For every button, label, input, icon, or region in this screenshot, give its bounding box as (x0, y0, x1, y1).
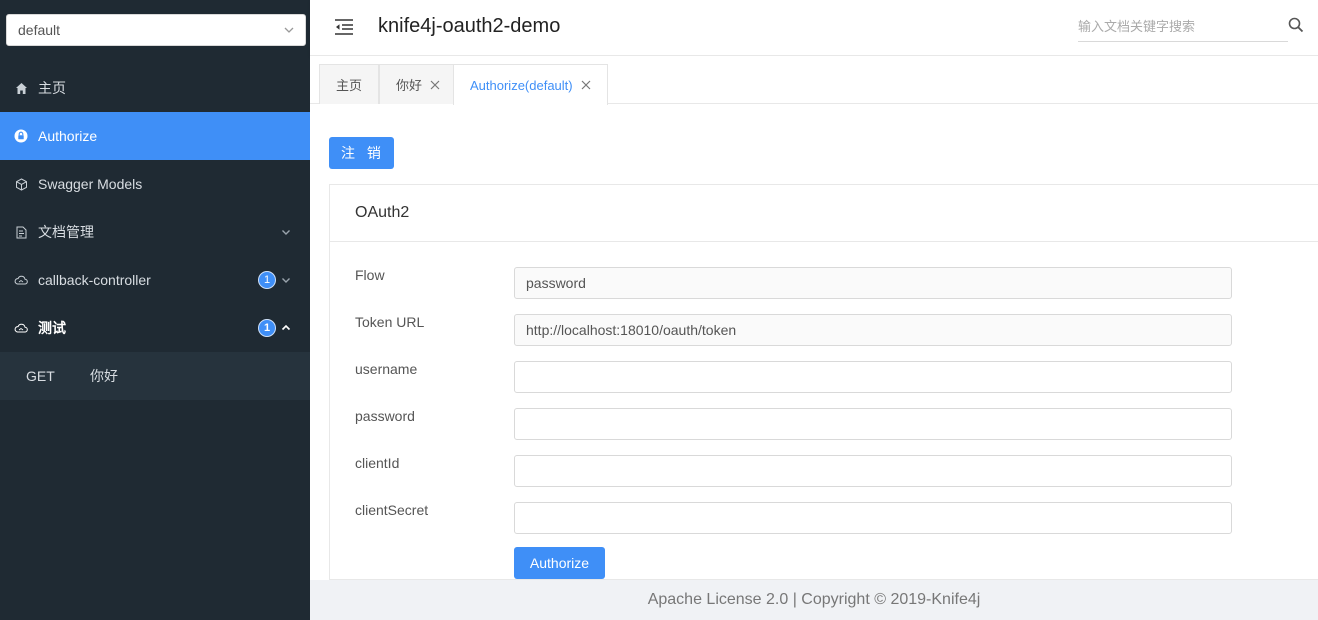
cloud-icon (14, 321, 28, 335)
sidebar-item-label: 文档管理 (38, 224, 94, 240)
menu-fold-icon[interactable] (334, 18, 354, 36)
form-row-client-id: clientId (355, 455, 1235, 487)
client-secret-field[interactable] (514, 502, 1232, 534)
count-badge: 1 (258, 319, 276, 337)
logout-button[interactable]: 注 销 (329, 137, 394, 169)
client-id-field[interactable] (514, 455, 1232, 487)
sidebar: default 主页 Authorize Swagger Models 文档管理… (0, 0, 310, 620)
sidebar-subitem-hello[interactable]: GET 你好 (0, 352, 310, 400)
cloud-icon (14, 273, 28, 287)
field-label: Flow (355, 267, 385, 283)
chevron-down-icon (284, 27, 294, 33)
chevron-down-icon (282, 230, 290, 235)
app-title: knife4j-oauth2-demo (378, 15, 561, 37)
card-title: OAuth2 (330, 185, 1318, 242)
username-field[interactable] (514, 361, 1232, 393)
token-url-field[interactable] (514, 314, 1232, 346)
tab-label: 你好 (396, 78, 423, 93)
tab-label: Authorize(default) (470, 77, 573, 93)
sidebar-item-test[interactable]: 测试 1 (0, 304, 310, 352)
sidebar-item-home[interactable]: 主页 (0, 64, 310, 112)
sidebar-item-label: Authorize (38, 128, 98, 144)
top-header: knife4j-oauth2-demo (310, 0, 1318, 56)
sidebar-item-callback-controller[interactable]: callback-controller 1 (0, 256, 310, 304)
close-icon[interactable] (430, 80, 440, 90)
password-field[interactable] (514, 408, 1232, 440)
document-icon (14, 225, 28, 239)
sidebar-item-label: Swagger Models (38, 176, 143, 192)
sidebar-item-label: 主页 (38, 80, 66, 96)
field-label: clientSecret (355, 502, 429, 518)
field-label: Token URL (355, 314, 425, 330)
search-icon[interactable] (1288, 17, 1304, 33)
group-select-value: default (18, 22, 61, 38)
group-select[interactable]: default (6, 14, 306, 46)
sidebar-menu: 主页 Authorize Swagger Models 文档管理 callbac… (0, 64, 310, 400)
sidebar-item-label: callback-controller (38, 272, 151, 288)
tab-bar: 主页 你好 Authorize(default) (310, 56, 1318, 105)
close-icon[interactable] (581, 80, 591, 90)
tab-hello[interactable]: 你好 (379, 64, 458, 104)
field-label: username (355, 361, 418, 377)
search-box (1078, 12, 1288, 42)
tab-authorize[interactable]: Authorize(default) (453, 64, 608, 105)
chevron-up-icon (281, 324, 291, 331)
cube-icon (14, 177, 28, 191)
sidebar-item-doc-management[interactable]: 文档管理 (0, 208, 310, 256)
form-row-flow: Flow (355, 267, 1235, 299)
sidebar-item-swagger-models[interactable]: Swagger Models (0, 160, 310, 208)
lock-icon (14, 129, 28, 143)
form-row-password: password (355, 408, 1235, 440)
field-label: password (355, 408, 415, 424)
form-row-client-secret: clientSecret (355, 502, 1235, 534)
home-icon (14, 81, 28, 95)
form-row-username: username (355, 361, 1235, 393)
count-badge: 1 (258, 271, 276, 289)
flow-field[interactable] (514, 267, 1232, 299)
chevron-down-icon (282, 278, 290, 283)
oauth2-card: OAuth2 Flow Token URL username password … (329, 184, 1318, 580)
authorize-button[interactable]: Authorize (514, 547, 605, 579)
form-row-token-url: Token URL (355, 314, 1235, 346)
http-method: GET (26, 368, 55, 384)
sidebar-item-label: 测试 (38, 320, 66, 336)
search-input[interactable] (1078, 12, 1268, 40)
sidebar-subitem-label: 你好 (90, 368, 118, 384)
footer: Apache License 2.0 | Copyright © 2019-Kn… (310, 580, 1318, 620)
field-label: clientId (355, 455, 400, 471)
tab-home[interactable]: 主页 (319, 64, 380, 104)
tab-label: 主页 (336, 78, 363, 93)
sidebar-item-authorize[interactable]: Authorize (0, 112, 310, 160)
footer-text: Apache License 2.0 | Copyright © 2019-Kn… (647, 591, 981, 608)
